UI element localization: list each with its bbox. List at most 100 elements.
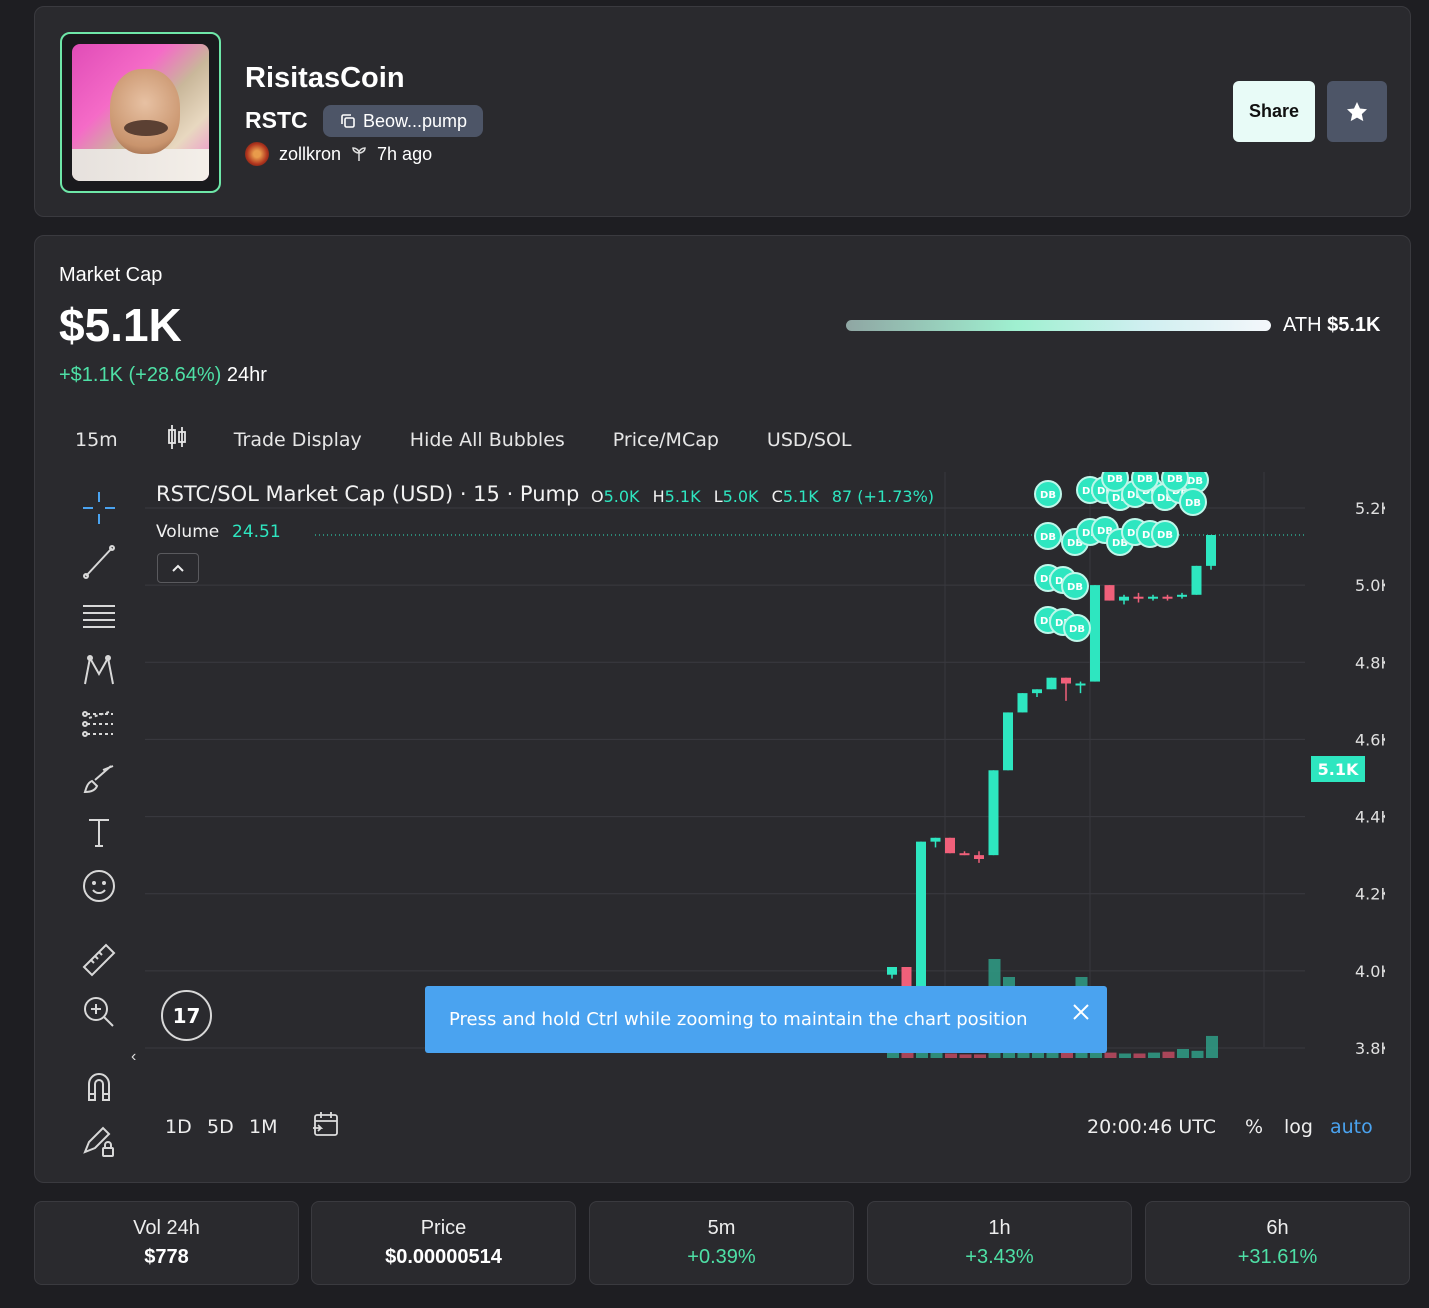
magnet-tool[interactable] (79, 1066, 119, 1106)
share-button[interactable]: Share (1233, 81, 1315, 142)
price-chart[interactable]: 5.2K5.0K4.8K4.6K4.4K4.2K4.0K3.8K15:0018:… (145, 472, 1385, 1284)
log-scale-toggle[interactable]: log (1284, 1116, 1313, 1138)
utc-time[interactable]: 20:00:46 UTC (1087, 1116, 1216, 1138)
pattern-tool[interactable] (79, 650, 119, 690)
brush-tool[interactable] (79, 758, 119, 798)
trend-line-icon (83, 545, 115, 579)
trade-bubble-label: DB (1167, 474, 1183, 485)
trade-bubble-label: DB (1069, 624, 1085, 635)
trend-line-tool[interactable] (79, 542, 119, 582)
token-image (72, 44, 209, 181)
market-cap-change: +$1.1K (+28.64%) 24hr (59, 364, 267, 387)
range-1m[interactable]: 1M (249, 1116, 277, 1138)
candle-body (988, 770, 999, 856)
y-tick-label: 4.4K (1355, 808, 1385, 827)
candle-body (974, 855, 984, 859)
market-cap-value: $5.1K (59, 299, 182, 351)
market-cap-change-value: +$1.1K (+28.64%) (59, 364, 222, 386)
pattern-icon (84, 655, 114, 685)
candle-body (930, 837, 941, 842)
stat-label: Price (420, 1217, 467, 1239)
token-name: RisitasCoin (245, 62, 405, 94)
fib-tool[interactable] (79, 596, 119, 636)
zoom-in-icon (84, 997, 114, 1027)
zoom-in-tool[interactable] (79, 992, 119, 1032)
usd-sol-toggle[interactable]: USD/SOL (767, 429, 852, 451)
price-mcap-toggle[interactable]: Price/MCap (613, 429, 719, 451)
candle-body (945, 837, 955, 854)
favorite-button[interactable] (1327, 81, 1387, 142)
creator-name[interactable]: zollkron (279, 144, 341, 165)
volume-value: 24.51 (232, 522, 281, 542)
collapse-tools-icon[interactable]: ‹ (131, 1048, 136, 1066)
star-icon (1347, 101, 1367, 121)
chart-legend-title: RSTC/SOL Market Cap (USD) · 15 · Pump (156, 482, 580, 506)
copy-icon (341, 114, 355, 128)
chart-canvas[interactable]: 5.2K5.0K4.8K4.6K4.4K4.2K4.0K3.8K15:0018:… (145, 472, 1385, 1062)
open-label: O (591, 487, 604, 506)
text-icon (89, 819, 109, 847)
lock-drawings-tool[interactable] (79, 1120, 119, 1160)
trade-bubble-label: DB (1107, 474, 1123, 485)
token-avatar[interactable] (60, 32, 221, 193)
forecast-icon (82, 711, 113, 737)
chart-legend-ohlc: O5.0K H5.1K L5.0K C5.1K 87 (+1.73%) (591, 487, 942, 506)
candle-body (1148, 596, 1158, 599)
copy-address-button[interactable]: Beow...pump (323, 105, 484, 137)
volume-bar (1162, 1051, 1175, 1058)
candle-body (1119, 596, 1129, 601)
candle-body (1046, 677, 1057, 690)
candle-body (916, 841, 926, 987)
trade-bubble-label: DB (1157, 530, 1173, 541)
candle-body (1191, 565, 1202, 595)
volume-bar (974, 1054, 986, 1058)
token-age: 7h ago (377, 143, 433, 164)
interval-selector[interactable]: 15m (75, 429, 118, 451)
token-address: Beow...pump (363, 111, 468, 131)
token-ticker: RSTC (245, 107, 308, 133)
candle-body (1032, 689, 1042, 694)
candle-type-button[interactable] (166, 424, 188, 455)
candle-body (1206, 535, 1216, 566)
goto-date-button[interactable] (311, 1110, 341, 1145)
range-5d[interactable]: 5D (207, 1116, 234, 1138)
range-1d[interactable]: 1D (165, 1116, 192, 1138)
trade-bubble-label: DB (1185, 498, 1201, 509)
y-tick-label: 5.0K (1355, 576, 1385, 595)
emoji-tool[interactable] (79, 866, 119, 906)
tradingview-logo[interactable]: 17 (161, 990, 212, 1041)
percent-scale-toggle[interactable]: % (1245, 1116, 1263, 1138)
collapse-legend-button[interactable] (157, 553, 199, 583)
stat-5m: 5m +0.39% (589, 1201, 854, 1285)
stat-price: Price $0.00000514 (311, 1201, 576, 1285)
toast-message: Press and hold Ctrl while zooming to mai… (449, 1009, 1028, 1030)
trade-bubble-label: DB (1137, 474, 1153, 485)
trade-bubble-label: DB (1040, 532, 1056, 543)
trade-display-button[interactable]: Trade Display (234, 429, 362, 451)
creator-avatar[interactable] (245, 142, 269, 166)
text-tool[interactable] (79, 812, 119, 852)
volume-bar (945, 1053, 957, 1058)
measure-tool[interactable] (79, 940, 119, 980)
close-icon[interactable] (1069, 1000, 1093, 1024)
y-tick-label: 4.8K (1355, 653, 1385, 672)
forecast-tool[interactable] (79, 704, 119, 744)
stat-value: +31.61% (1237, 1246, 1318, 1268)
chevron-up-icon (172, 564, 184, 572)
candle-body (1162, 596, 1173, 599)
candle-body (901, 967, 912, 987)
stat-vol-24h: Vol 24h $778 (34, 1201, 299, 1285)
trade-bubble-label: DB (1067, 582, 1083, 593)
trade-bubble-label: DB (1187, 476, 1203, 487)
stat-value: +3.43% (965, 1246, 1034, 1268)
volume-bar (1133, 1053, 1146, 1058)
candle-body (1133, 596, 1144, 599)
candle-body (1003, 712, 1013, 771)
hide-bubbles-button[interactable]: Hide All Bubbles (410, 429, 565, 451)
current-price-badge: 5.1K (1311, 756, 1365, 782)
volume-bar (1119, 1053, 1131, 1058)
ath-label-text: ATH (1283, 314, 1322, 336)
stat-value: +0.39% (687, 1246, 756, 1268)
auto-scale-toggle[interactable]: auto (1330, 1116, 1373, 1138)
crosshair-tool[interactable] (79, 488, 119, 528)
